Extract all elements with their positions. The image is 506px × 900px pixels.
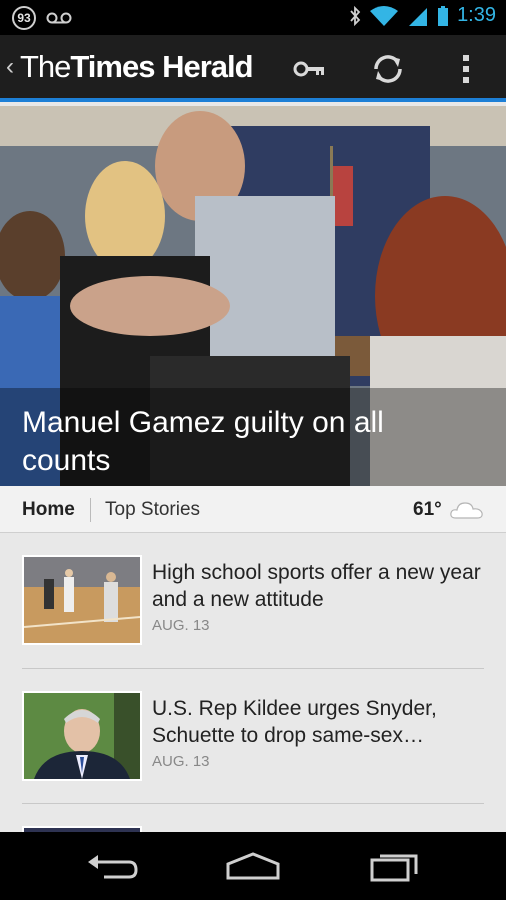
notification-count-badge: 93 bbox=[12, 6, 36, 30]
article-date: AUG. 13 bbox=[152, 617, 210, 634]
app-bar: ‹ TheTimes Herald bbox=[0, 35, 506, 102]
battery-icon bbox=[438, 5, 449, 26]
bluetooth-icon bbox=[350, 5, 361, 26]
section-strip: Home Top Stories 61° bbox=[0, 486, 506, 533]
list-item[interactable] bbox=[22, 804, 484, 833]
recent-apps-icon[interactable] bbox=[364, 850, 424, 882]
list-item[interactable]: U.S. Rep Kildee urges Snyder, Schuette t… bbox=[22, 669, 484, 804]
app-logo[interactable]: TheTimes Herald bbox=[20, 49, 254, 85]
home-icon[interactable] bbox=[223, 850, 283, 882]
article-headline[interactable]: U.S. Rep Kildee urges Snyder, Schuette t… bbox=[152, 695, 482, 749]
tab-home[interactable]: Home bbox=[22, 499, 75, 521]
accent-bar bbox=[0, 98, 506, 102]
list-item[interactable]: High school sports offer a new year and … bbox=[22, 533, 484, 668]
article-headline[interactable]: High school sports offer a new year and … bbox=[152, 559, 482, 613]
back-icon[interactable] bbox=[84, 850, 144, 882]
brand-name: Times Herald bbox=[70, 49, 253, 84]
overflow-menu-icon[interactable] bbox=[446, 51, 486, 87]
status-bar: 93 1:39 bbox=[0, 0, 506, 35]
article-date: AUG. 13 bbox=[152, 753, 210, 770]
clock: 1:39 bbox=[457, 4, 496, 26]
tab-separator bbox=[90, 498, 91, 522]
back-chevron-icon[interactable]: ‹ bbox=[6, 53, 14, 81]
temperature[interactable]: 61° bbox=[413, 499, 442, 521]
signal-icon bbox=[409, 7, 428, 26]
hero-headline[interactable]: Manuel Gamez guilty on all counts bbox=[22, 404, 462, 480]
article-list: High school sports offer a new year and … bbox=[0, 533, 506, 833]
cloud-icon[interactable] bbox=[450, 500, 484, 520]
key-icon[interactable] bbox=[290, 51, 330, 87]
article-thumbnail bbox=[22, 691, 142, 781]
brand-prefix: The bbox=[20, 49, 71, 84]
wifi-icon bbox=[370, 5, 399, 26]
refresh-icon[interactable] bbox=[368, 51, 408, 87]
hero-story[interactable]: Manuel Gamez guilty on all counts bbox=[0, 106, 506, 486]
voicemail-icon bbox=[46, 12, 72, 24]
system-nav-bar bbox=[0, 832, 506, 900]
article-thumbnail bbox=[22, 555, 142, 645]
tab-top-stories[interactable]: Top Stories bbox=[105, 499, 200, 521]
